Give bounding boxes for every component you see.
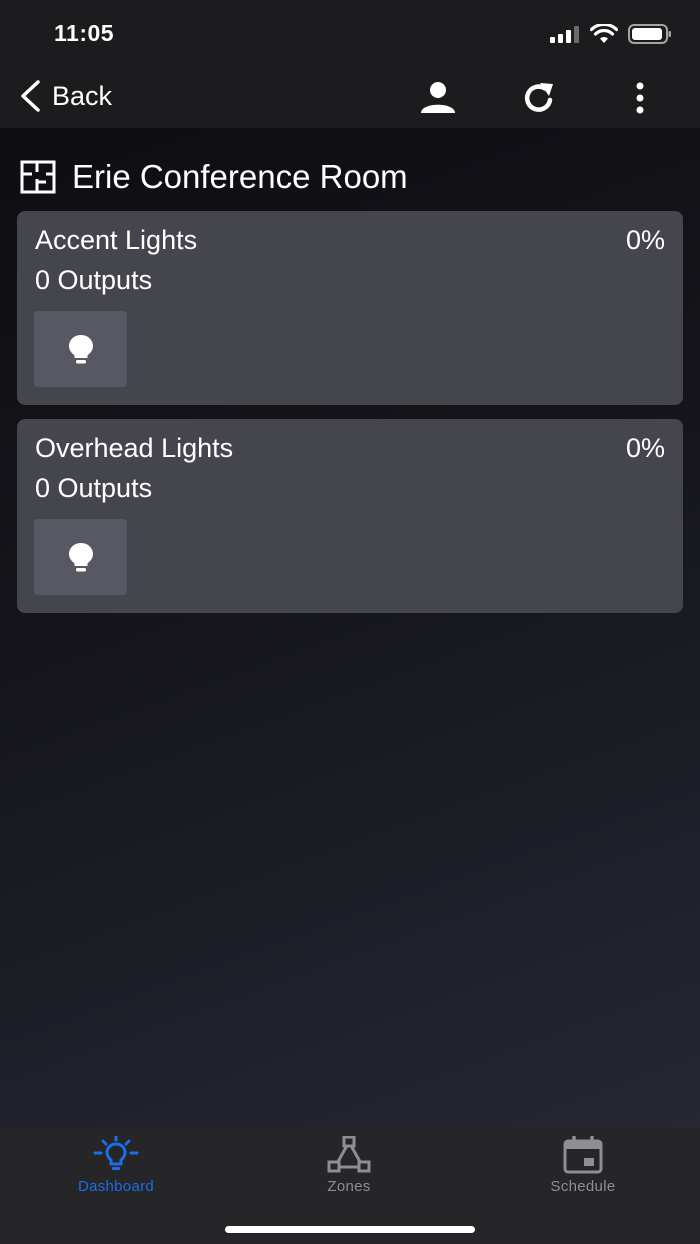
account-button[interactable] — [416, 76, 460, 120]
wifi-icon — [590, 24, 618, 43]
signal-icon — [550, 26, 579, 43]
refresh-icon — [524, 83, 553, 112]
zone-outputs: 0 Outputs — [35, 265, 153, 295]
lightbulb-rays-icon — [93, 1136, 139, 1170]
refresh-button[interactable] — [517, 76, 561, 120]
tab-schedule[interactable]: Schedule — [493, 1136, 673, 1196]
tab-zones[interactable]: Zones — [259, 1136, 439, 1196]
zone-level: 0% — [625, 433, 665, 463]
light-toggle-button[interactable] — [34, 311, 127, 387]
tab-dashboard[interactable]: Dashboard — [26, 1136, 206, 1196]
zone-card-overhead-lights[interactable]: Overhead Lights 0% 0 Outputs — [17, 419, 683, 613]
zone-name: Accent Lights — [35, 225, 198, 255]
status-icons — [550, 22, 672, 46]
lightbulb-icon — [68, 543, 93, 572]
light-toggle-button[interactable] — [34, 519, 127, 595]
more-vertical-icon — [636, 82, 644, 114]
tab-label: Zones — [327, 1178, 371, 1195]
room-header: Erie Conference Room — [20, 155, 408, 199]
floor-plan-icon — [20, 160, 56, 194]
home-indicator — [225, 1226, 475, 1233]
tab-label: Schedule — [550, 1178, 616, 1195]
nav-bar: Back — [0, 64, 700, 128]
zone-card-accent-lights[interactable]: Accent Lights 0% 0 Outputs — [17, 211, 683, 405]
lightbulb-icon — [68, 335, 93, 364]
back-label: Back — [52, 80, 113, 111]
person-icon — [421, 82, 455, 113]
zone-level: 0% — [625, 225, 665, 255]
tab-label: Dashboard — [77, 1178, 155, 1195]
chevron-left-icon — [21, 80, 40, 112]
back-button[interactable]: Back — [18, 76, 112, 116]
battery-icon — [628, 24, 671, 44]
calendar-icon — [563, 1136, 603, 1174]
status-time: 11:05 — [54, 20, 115, 46]
status-bar: 11:05 — [0, 0, 700, 64]
zone-name: Overhead Lights — [35, 433, 234, 463]
page-title: Erie Conference Room — [72, 158, 408, 195]
triangle-nodes-icon — [327, 1136, 371, 1173]
zone-outputs: 0 Outputs — [35, 473, 153, 503]
more-menu-button[interactable] — [618, 76, 662, 120]
